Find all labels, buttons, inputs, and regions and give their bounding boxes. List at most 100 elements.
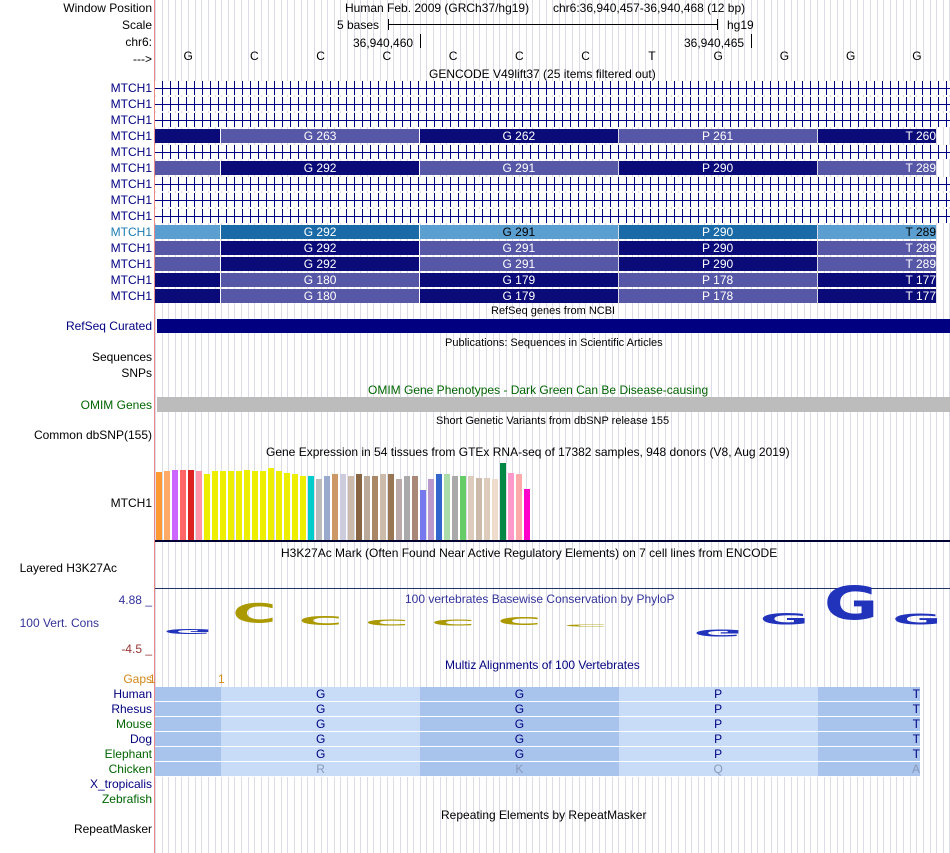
gencode-row-label[interactable]: MTCH1: [111, 145, 152, 159]
codon-block[interactable]: G 292: [221, 257, 419, 271]
gencode-row-label[interactable]: MTCH1: [111, 113, 152, 127]
multiz-codon-cell[interactable]: [155, 702, 222, 717]
sequences-label[interactable]: Sequences: [92, 350, 152, 364]
multiz-codon-cell[interactable]: G: [420, 747, 619, 762]
multiz-species-label[interactable]: Chicken: [109, 762, 152, 776]
codon-block[interactable]: T 260: [817, 129, 936, 143]
codon-block[interactable]: P 290: [618, 225, 817, 239]
gtex-tissue-bar[interactable]: [188, 470, 194, 540]
multiz-species-label[interactable]: Human: [113, 687, 152, 701]
multiz-codon-cell[interactable]: G: [221, 747, 420, 762]
gencode-row-label[interactable]: MTCH1: [111, 81, 152, 95]
gtex-tissue-bar[interactable]: [436, 474, 442, 540]
gencode-row-label[interactable]: MTCH1: [111, 161, 152, 175]
omim-gene-bar[interactable]: [157, 397, 950, 412]
multiz-species-label[interactable]: Mouse: [116, 717, 152, 731]
codon-block[interactable]: [155, 241, 221, 255]
gtex-tissue-bar[interactable]: [516, 474, 522, 540]
multiz-codon-cell[interactable]: T: [817, 732, 920, 747]
codon-block[interactable]: [155, 161, 221, 175]
gtex-tissue-bar[interactable]: [500, 463, 506, 540]
gtex-tissue-bar[interactable]: [228, 471, 234, 540]
codon-block[interactable]: G 180: [221, 289, 419, 303]
codon-block[interactable]: T 177: [817, 289, 936, 303]
transcript-intron-arrows[interactable]: [155, 113, 950, 127]
codon-block[interactable]: P 178: [618, 273, 817, 287]
gtex-tissue-bar[interactable]: [404, 476, 410, 540]
codon-block[interactable]: P 178: [618, 289, 817, 303]
gtex-tissue-bar[interactable]: [484, 478, 490, 540]
codon-block[interactable]: P 261: [618, 129, 817, 143]
multiz-codon-cell[interactable]: [155, 687, 222, 702]
multiz-species-label[interactable]: X_tropicalis: [90, 777, 152, 791]
multiz-codon-cell[interactable]: P: [618, 687, 818, 702]
codon-block[interactable]: T 289: [817, 225, 936, 239]
phylop-label[interactable]: 100 Vert. Cons: [20, 616, 99, 630]
gtex-tissue-bar[interactable]: [212, 471, 218, 540]
phylop-logo-track[interactable]: GCCCCCCGGGG: [155, 581, 950, 650]
transcript-intron-arrows[interactable]: [155, 145, 950, 159]
multiz-codon-cell[interactable]: [155, 762, 222, 777]
gencode-row-label[interactable]: MTCH1: [111, 289, 152, 303]
repeatmasker-label[interactable]: RepeatMasker: [74, 822, 152, 836]
transcript-intron-arrows[interactable]: [155, 97, 950, 111]
gtex-tissue-bar[interactable]: [468, 476, 474, 540]
codon-block[interactable]: T 289: [817, 241, 936, 255]
gtex-tissue-bar[interactable]: [508, 473, 514, 540]
multiz-codon-cell[interactable]: G: [221, 687, 420, 702]
multiz-codon-cell[interactable]: T: [817, 747, 920, 762]
codon-block[interactable]: G 291: [420, 161, 618, 175]
gtex-tissue-bar[interactable]: [412, 476, 418, 540]
multiz-codon-cell[interactable]: G: [221, 717, 420, 732]
multiz-codon-cell[interactable]: T: [817, 687, 920, 702]
multiz-codon-cell[interactable]: P: [618, 732, 818, 747]
multiz-codon-cell[interactable]: P: [618, 717, 818, 732]
multiz-codon-cell[interactable]: [155, 717, 222, 732]
gtex-tissue-bar[interactable]: [492, 479, 498, 540]
gtex-tissue-bar[interactable]: [164, 471, 170, 540]
multiz-codon-cell[interactable]: G: [221, 702, 420, 717]
gtex-tissue-bar[interactable]: [316, 479, 322, 540]
gencode-row-label[interactable]: MTCH1: [111, 177, 152, 191]
multiz-codon-cell[interactable]: [155, 747, 222, 762]
gtex-tissue-bar[interactable]: [252, 471, 258, 540]
codon-block[interactable]: G 179: [420, 273, 618, 287]
codon-block[interactable]: T 177: [817, 273, 936, 287]
gtex-tissue-bar[interactable]: [236, 471, 242, 540]
gtex-tissue-bar[interactable]: [196, 471, 202, 540]
gencode-row-label[interactable]: MTCH1: [111, 193, 152, 207]
gtex-tissue-bar[interactable]: [380, 474, 386, 540]
multiz-codon-cell[interactable]: G: [221, 732, 420, 747]
multiz-species-label[interactable]: Zebrafish: [102, 792, 152, 806]
codon-block[interactable]: P 290: [618, 257, 817, 271]
codon-block[interactable]: G 291: [420, 225, 618, 239]
multiz-codon-cell[interactable]: [155, 732, 222, 747]
gtex-label[interactable]: MTCH1: [111, 496, 152, 510]
codon-block[interactable]: [155, 129, 221, 143]
codon-block[interactable]: G 262: [420, 129, 618, 143]
gencode-row-label[interactable]: MTCH1: [111, 273, 152, 287]
dbsnp-label[interactable]: Common dbSNP(155): [34, 428, 152, 442]
refseq-gene-bar[interactable]: [157, 319, 950, 333]
transcript-intron-arrows[interactable]: [155, 177, 950, 191]
gtex-tissue-bar[interactable]: [172, 470, 178, 540]
multiz-codon-cell[interactable]: P: [618, 702, 818, 717]
gtex-tissue-bar[interactable]: [332, 474, 338, 540]
codon-block[interactable]: [155, 257, 221, 271]
gencode-row-label[interactable]: MTCH1: [111, 129, 152, 143]
codon-block[interactable]: G 291: [420, 241, 618, 255]
transcript-intron-arrows[interactable]: [155, 81, 950, 95]
multiz-codon-cell[interactable]: G: [420, 702, 619, 717]
multiz-codon-cell[interactable]: G: [420, 717, 619, 732]
gencode-row-label[interactable]: MTCH1: [111, 97, 152, 111]
gtex-tissue-bar[interactable]: [396, 479, 402, 540]
multiz-codon-cell[interactable]: T: [817, 702, 920, 717]
codon-block[interactable]: [155, 225, 221, 239]
codon-block[interactable]: [155, 289, 221, 303]
gtex-tissue-bar[interactable]: [476, 478, 482, 540]
multiz-species-label[interactable]: Rhesus: [111, 702, 152, 716]
gencode-row-label[interactable]: MTCH1: [111, 257, 152, 271]
gtex-tissue-bar[interactable]: [348, 476, 354, 540]
codon-block[interactable]: G 263: [221, 129, 419, 143]
gtex-tissue-bar[interactable]: [364, 476, 370, 540]
